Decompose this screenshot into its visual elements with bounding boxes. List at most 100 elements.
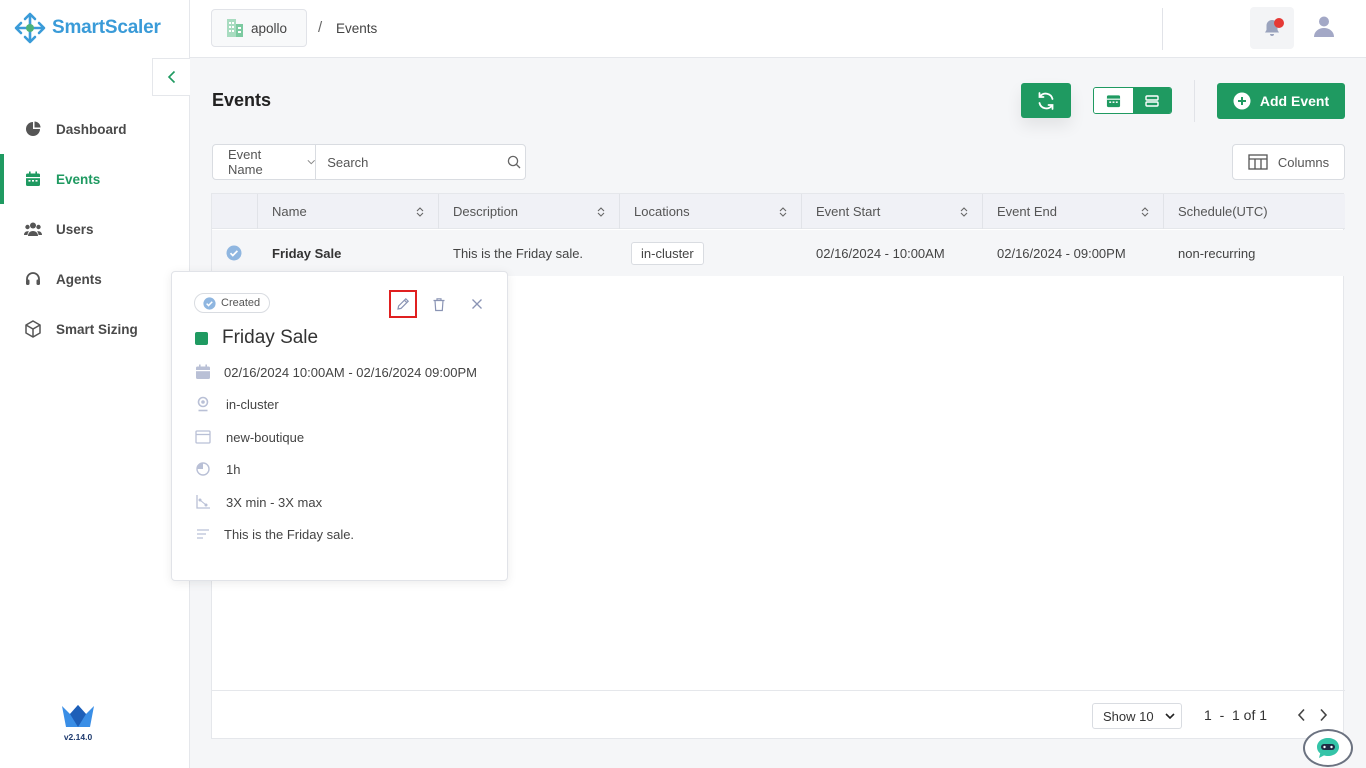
sidebar-item-label: Smart Sizing [56, 321, 138, 337]
event-title: Friday Sale [195, 327, 318, 349]
chevron-left-icon [1297, 708, 1305, 722]
app-name: SmartScaler [52, 17, 161, 38]
chevron-down-icon [1165, 713, 1175, 719]
event-color-swatch [195, 331, 208, 345]
column-header-name[interactable]: Name [258, 194, 439, 229]
column-header-schedule[interactable]: Schedule(UTC) [1164, 194, 1345, 229]
header-divider [1162, 8, 1163, 50]
chevron-right-icon [1319, 708, 1327, 722]
event-duration-text: 1h [226, 461, 241, 477]
refresh-icon [1038, 91, 1054, 110]
cube-icon [24, 320, 42, 338]
previous-page-button[interactable] [1292, 705, 1310, 725]
sort-icon [960, 206, 968, 217]
check-circle-icon [203, 296, 216, 310]
column-header-description[interactable]: Description [439, 194, 620, 229]
status-text: Created [221, 297, 261, 309]
cell-schedule: non-recurring [1178, 245, 1256, 261]
toolbar-divider [1194, 80, 1195, 122]
event-duration: 1h [195, 461, 240, 477]
calendar-icon [24, 170, 42, 188]
sort-icon [597, 206, 605, 217]
breadcrumb-separator: / [318, 19, 323, 36]
sidebar-item-smart-sizing[interactable]: Smart Sizing [0, 304, 189, 354]
event-description-text: This is the Friday sale. [224, 526, 355, 542]
sort-icon [1141, 206, 1149, 217]
event-title-text: Friday Sale [222, 327, 319, 348]
check-circle-icon [226, 245, 242, 261]
next-page-button[interactable] [1314, 705, 1332, 725]
page-size-select[interactable]: Show 10 [1092, 703, 1182, 729]
row-check[interactable] [212, 245, 258, 261]
list-icon [1145, 94, 1159, 107]
version-badge: v2.14.0 [58, 704, 98, 742]
event-detail-popup: Created Friday Sale 02/16/2024 10:00AM -… [171, 271, 508, 581]
plus-circle-icon [1233, 92, 1251, 110]
column-header-locations[interactable]: Locations [620, 194, 802, 229]
version-text: v2.14.0 [63, 732, 93, 742]
calendar-view-button[interactable] [1094, 88, 1133, 113]
sidebar-item-dashboard[interactable]: Dashboard [0, 104, 189, 154]
breadcrumb-current: Events [336, 21, 378, 36]
duration-pie-icon [195, 461, 211, 477]
sidebar-item-agents[interactable]: Agents [0, 254, 189, 304]
notification-dot [1274, 18, 1284, 28]
trash-icon [433, 297, 445, 311]
browser-window-icon [195, 429, 211, 445]
close-popup-button[interactable] [463, 290, 491, 318]
user-icon [1314, 16, 1334, 37]
column-header-event-start[interactable]: Event Start [802, 194, 983, 229]
add-event-label: Add Event [1259, 93, 1330, 109]
search-icon[interactable] [503, 145, 525, 179]
sidebar-item-events[interactable]: Events [0, 154, 189, 204]
scaling-axis-icon [195, 494, 211, 510]
notifications-button[interactable] [1250, 7, 1294, 49]
select-column-header [212, 194, 258, 229]
sidebar-collapse-button[interactable] [152, 58, 190, 96]
sidebar-item-users[interactable]: Users [0, 204, 189, 254]
pencil-icon [397, 297, 410, 310]
event-scaling-text: 3X min - 3X max [226, 494, 323, 510]
sidebar-item-label: Users [56, 221, 94, 237]
sidebar-item-label: Events [56, 171, 101, 187]
cell-event-end: 02/16/2024 - 09:00PM [997, 245, 1126, 261]
chat-bubble-icon [1317, 738, 1339, 758]
event-location: in-cluster [195, 396, 279, 412]
table-row[interactable]: Friday Sale This is the Friday sale. in-… [212, 230, 1345, 276]
headset-icon [24, 270, 42, 288]
search-bar: Event Name [212, 144, 526, 180]
delete-event-button[interactable] [425, 290, 453, 318]
list-view-button[interactable] [1132, 88, 1171, 113]
text-lines-icon [195, 526, 211, 542]
refresh-button[interactable] [1021, 83, 1071, 118]
location-chip: in-cluster [631, 241, 704, 265]
app-logo[interactable]: SmartScaler [14, 12, 161, 44]
sidebar-item-label: Dashboard [56, 121, 127, 137]
columns-label: Columns [1277, 154, 1330, 170]
table-header: Name Description Locations Event Start E… [212, 194, 1345, 229]
logo-arrows-icon [14, 12, 46, 44]
column-header-event-end[interactable]: Event End [983, 194, 1164, 229]
event-application: new-boutique [195, 429, 304, 445]
location-pin-icon [195, 396, 211, 412]
page-title: Events [212, 90, 272, 110]
sidebar: SmartScaler Dashboard Events Users Agent… [0, 0, 190, 768]
columns-button[interactable]: Columns [1232, 144, 1345, 180]
search-input[interactable] [316, 145, 504, 179]
edit-event-button[interactable] [389, 290, 417, 318]
project-name: apollo [251, 20, 288, 36]
users-icon [24, 220, 42, 238]
chevron-left-icon [167, 70, 175, 84]
chat-support-button[interactable] [1303, 729, 1353, 767]
add-event-button[interactable]: Add Event [1217, 83, 1345, 119]
user-avatar[interactable] [1312, 14, 1336, 41]
event-scaling: 3X min - 3X max [195, 494, 322, 510]
building-icon [227, 19, 243, 37]
search-filter-dropdown[interactable]: Event Name [213, 145, 317, 179]
table-columns-icon [1248, 154, 1268, 170]
pie-chart-icon [24, 120, 42, 138]
pagination-range: 1 - 1 of 1 [1204, 707, 1268, 723]
project-selector[interactable]: apollo [211, 9, 307, 47]
calendar-icon [195, 364, 211, 380]
search-filter-label: Event Name [228, 147, 263, 177]
